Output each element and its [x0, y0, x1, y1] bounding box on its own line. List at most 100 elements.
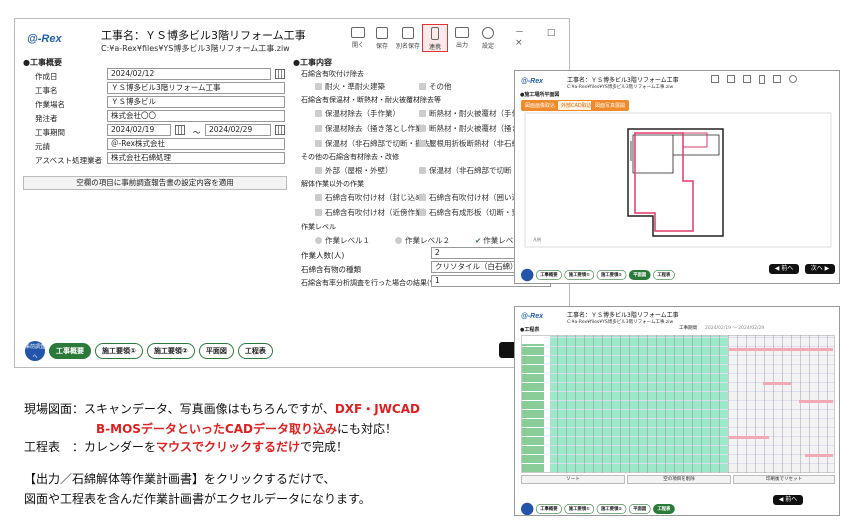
period-end-input[interactable]: 2024/02/29 [205, 124, 271, 136]
presurvey-nav-button[interactable] [521, 268, 534, 282]
printer-icon[interactable] [773, 75, 781, 83]
link-button[interactable]: 連携 [422, 24, 448, 52]
apply-presurvey-button[interactable]: 空欄の項目に事前調査報告書の設定内容を適用 [23, 176, 287, 190]
checkbox[interactable] [419, 194, 426, 201]
tab-procedure-2[interactable]: 施工要領② [146, 343, 195, 359]
checkbox[interactable] [419, 110, 426, 117]
client-input[interactable]: 株式会社〇〇 [107, 110, 285, 122]
next-button[interactable]: 次へ ▶ [805, 264, 835, 274]
presurvey-nav-button[interactable] [521, 502, 534, 515]
prev-button[interactable]: ◀ 前へ [773, 495, 803, 505]
checkbox-option[interactable]: その他 [419, 81, 452, 92]
level-radio[interactable]: 作業レベル２ [395, 235, 450, 246]
presurvey-nav-button[interactable]: 事前調査へ [25, 341, 45, 361]
checkbox-option[interactable]: 断熱材・耐火被覆材（手作業 [419, 108, 527, 119]
field-label: 工事名 [35, 86, 58, 95]
tab-procedure-1[interactable]: 施工要領① [95, 343, 143, 359]
checkbox-option[interactable]: 保温材除去（掻き落とし作業） [315, 123, 430, 134]
checkbox[interactable] [419, 83, 426, 90]
tab-procedure-1[interactable]: 施工要領① [564, 504, 595, 514]
caption-line-1: 現場図面：スキャンデータ、写真画像はもちろんですが、DXF・JWCAD [24, 402, 420, 416]
app-logo: @-Rex [27, 33, 62, 45]
checkbox[interactable] [315, 110, 322, 117]
tab-floor-plan[interactable]: 平面図 [628, 504, 651, 514]
calendar-icon[interactable] [175, 125, 185, 135]
project-name-input[interactable]: ＹＳ博多ビル3階リフォーム工事 [107, 82, 285, 94]
open-button[interactable]: 開く [347, 27, 369, 49]
floor-plan-window: @-Rex 工事名：ＹＳ博多ビル3階リフォーム工事 C:¥a-Rex¥files… [514, 70, 840, 284]
field-label: 作業場名 [35, 100, 65, 109]
radio[interactable] [395, 237, 402, 244]
checkbox-option[interactable]: 外部（屋根・外壁） [315, 165, 393, 176]
checkbox-option[interactable]: 耐火・準耐火建築 [315, 81, 385, 92]
settings-button[interactable]: 設定 [477, 27, 499, 50]
pink-bar [729, 436, 769, 439]
calendar-icon[interactable] [275, 125, 285, 135]
checkbox-option[interactable]: 保温材（非石綿部で切断・撤 [419, 165, 527, 176]
tab-schedule[interactable]: 工程表 [237, 343, 273, 359]
tab-schedule[interactable]: 工程表 [652, 270, 675, 280]
checkbox-option[interactable]: 屋根用折板断熱材（非石綿部 [419, 138, 527, 149]
prev-button[interactable]: ◀ 前へ [769, 264, 799, 274]
tab-procedure-2[interactable]: 施工要領② [596, 504, 627, 514]
checkbox[interactable] [315, 194, 322, 201]
checkbox[interactable] [419, 140, 426, 147]
checkbox[interactable] [419, 209, 426, 216]
period-start-input[interactable]: 2024/02/19 [107, 124, 171, 136]
sort-button[interactable]: ソート [521, 475, 625, 484]
level-title: 作業レベル [301, 223, 336, 231]
checkbox-option[interactable]: 石綿含有吹付け材（近傍作業） [315, 207, 430, 218]
schedule-grid-verticals [549, 335, 835, 473]
checkbox-option[interactable]: 保温材除去（手作業） [315, 108, 400, 119]
tab-overview[interactable]: 工事概要 [535, 270, 562, 280]
checkbox[interactable] [315, 140, 322, 147]
prime-contractor-input[interactable]: ＠-Rex株式会社 [107, 138, 285, 150]
checkbox-option[interactable]: 断熱材・耐火被覆材（掻き落 [419, 123, 527, 134]
checkbox-option[interactable]: 石綿含有吹付け材（囲い込み [419, 192, 527, 203]
checkbox[interactable] [315, 167, 322, 174]
checkbox[interactable] [419, 125, 426, 132]
checkbox-option[interactable]: 石綿含有成形板（切断・穿孔 [419, 207, 527, 218]
photo-expand-tab[interactable]: 図面写真展開 [591, 100, 630, 111]
plan-bottom-nav: 工事概要 施工要領① 施工要領② 平面図 工程表 [521, 268, 675, 282]
cad-import-tab[interactable]: 外部CAD取込 [557, 100, 596, 111]
app-logo: @-Rex [521, 313, 543, 320]
date-input[interactable]: 2024/02/12 [107, 68, 271, 80]
gear-icon[interactable] [789, 75, 797, 83]
save-as-icon[interactable] [743, 75, 751, 83]
checkbox-option[interactable]: 石綿含有吹付け材（封じ込め） [315, 192, 430, 203]
site-name-input[interactable]: ＹＳ博多ビル [107, 96, 285, 108]
tab-overview[interactable]: 工事概要 [49, 343, 91, 359]
level-radio[interactable]: 作業レベル１ [315, 235, 370, 246]
field-label: 作成日 [35, 72, 58, 81]
tab-floor-plan[interactable]: 平面図 [198, 343, 234, 359]
svg-text:凡例: 凡例 [533, 236, 541, 242]
reset-button[interactable]: 印刷後でリセット [733, 475, 835, 484]
tab-schedule[interactable]: 工程表 [652, 504, 675, 514]
checkbox[interactable] [419, 167, 426, 174]
radio[interactable] [315, 237, 322, 244]
tab-floor-plan[interactable]: 平面図 [628, 270, 651, 280]
calendar-icon[interactable] [275, 69, 285, 79]
material-label: 石綿含有物の種類 [301, 265, 361, 274]
phone-icon[interactable] [759, 75, 765, 84]
image-import-tab[interactable]: 図面画像取込 [521, 100, 560, 111]
checkbox[interactable] [315, 83, 322, 90]
save-as-button[interactable]: 別名保存 [395, 27, 421, 50]
group-title: 石綿含有保温材・断熱材・耐火被覆材除去等 [301, 96, 441, 104]
tab-procedure-1[interactable]: 施工要領① [564, 270, 595, 280]
asbestos-contractor-input[interactable]: 株式会社石綿処理 [107, 152, 285, 164]
save-icon[interactable] [727, 75, 735, 83]
tab-procedure-2[interactable]: 施工要領② [596, 270, 627, 280]
window-controls[interactable]: － □ × [515, 25, 569, 48]
tab-overview[interactable]: 工事概要 [535, 504, 562, 514]
file-path: C:¥a-Rex¥files¥YS博多ビル3階リフォーム工事.ziw [567, 85, 674, 90]
save-icon [376, 27, 388, 39]
folder-icon[interactable] [711, 75, 719, 83]
checkbox[interactable] [315, 125, 322, 132]
output-button[interactable]: 出力 [451, 27, 473, 49]
delete-empty-button[interactable]: 空の項目を削除 [627, 475, 731, 484]
save-button[interactable]: 保存 [371, 27, 393, 50]
section-title: ●施工場所平面図 [520, 92, 560, 98]
checkbox[interactable] [315, 209, 322, 216]
